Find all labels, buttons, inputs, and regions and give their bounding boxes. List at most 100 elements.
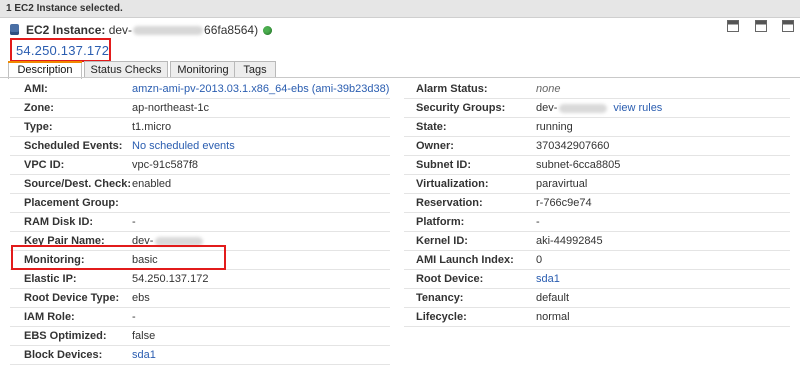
property-label-kernel-id: Kernel ID: [416, 235, 468, 247]
instance-name-suffix: 66fa8564) [204, 23, 259, 37]
property-row-security-groups: Security Groups: dev-view rules [404, 99, 790, 118]
property-value-ebs-optimized: false [132, 330, 156, 342]
property-row-root-device: Root Device: sda1 [404, 270, 790, 289]
property-row-ami-launch-index: AMI Launch Index: 0 [404, 251, 790, 270]
property-value-cell-reservation: r-766c9e74 [536, 194, 790, 213]
property-label-vpc-id: VPC ID: [24, 159, 65, 171]
window-maximize-icon[interactable] [782, 20, 794, 32]
window-minimize-icon[interactable] [727, 20, 739, 32]
property-value-block-devices[interactable]: sda1 [132, 349, 156, 361]
running-status-icon [263, 26, 273, 36]
property-value-vpc-id: vpc-91c587f8 [132, 159, 199, 171]
property-label-block-devices: Block Devices: [24, 349, 103, 361]
property-row-scheduled-events: Scheduled Events: No scheduled events [10, 137, 390, 156]
property-label-platform: Platform: [416, 216, 465, 228]
property-row-owner: Owner: 370342907660 [404, 137, 790, 156]
property-label-zone: Zone: [24, 102, 54, 114]
property-label-elastic-ip: Elastic IP: [24, 273, 77, 285]
property-row-tenancy: Tenancy: default [404, 289, 790, 308]
property-value-virtualization: paravirtual [536, 178, 588, 190]
property-value-iam-role: - [132, 311, 136, 323]
property-value-cell-placement-group [132, 194, 390, 213]
property-value-cell-alarm-status: none [536, 80, 790, 99]
property-value-cell-vpc-id: vpc-91c587f8 [132, 156, 390, 175]
property-value-elastic-ip: 54.250.137.172 [132, 273, 209, 285]
property-value-ami[interactable]: amzn-ami-pv-2013.03.1.x86_64-ebs (ami-39… [132, 83, 389, 95]
property-value-cell-state: running [536, 118, 790, 137]
property-value-owner: 370342907660 [536, 140, 610, 152]
property-row-root-device-type: Root Device Type: ebs [10, 289, 390, 308]
public-ip-highlight: 54.250.137.172 [10, 38, 111, 62]
property-label-lifecycle: Lifecycle: [416, 311, 467, 323]
property-value-lifecycle: normal [536, 311, 570, 323]
property-value-cell-ami: amzn-ami-pv-2013.03.1.x86_64-ebs (ami-39… [132, 80, 390, 99]
property-value-tenancy: default [536, 292, 570, 304]
property-row-ram-disk-id: RAM Disk ID: - [10, 213, 390, 232]
property-value-cell-type: t1.micro [132, 118, 390, 137]
property-value-scheduled-events[interactable]: No scheduled events [132, 140, 235, 152]
property-value-cell-kernel-id: aki-44992845 [536, 232, 790, 251]
property-row-subnet-id: Subnet ID: subnet-6cca8805 [404, 156, 790, 175]
property-label-subnet-id: Subnet ID: [416, 159, 471, 171]
property-value-cell-source-dest-check: enabled [132, 175, 390, 194]
property-value-kernel-id: aki-44992845 [536, 235, 603, 247]
property-value-reservation: r-766c9e74 [536, 197, 592, 209]
property-label-scheduled-events: Scheduled Events: [24, 140, 123, 152]
property-label-tenancy: Tenancy: [416, 292, 464, 304]
property-row-source-dest-check: Source/Dest. Check: enabled [10, 175, 390, 194]
property-label-ami: AMI: [24, 83, 48, 95]
property-row-placement-group: Placement Group: [10, 194, 390, 213]
property-value-cell-virtualization: paravirtual [536, 175, 790, 194]
property-row-ebs-optimized: EBS Optimized: false [10, 327, 390, 346]
property-value-cell-owner: 370342907660 [536, 137, 790, 156]
property-row-vpc-id: VPC ID: vpc-91c587f8 [10, 156, 390, 175]
property-value-cell-root-device-type: ebs [132, 289, 390, 308]
property-value-ami-launch-index: 0 [536, 254, 543, 266]
property-value-cell-tenancy: default [536, 289, 790, 308]
redacted-value [559, 103, 608, 113]
property-label-state: State: [416, 121, 447, 133]
property-row-zone: Zone: ap-northeast-1c [10, 99, 390, 118]
property-label-security-groups: Security Groups: [416, 102, 506, 114]
public-ip[interactable]: 54.250.137.172 [16, 43, 109, 58]
property-value-source-dest-check: enabled [132, 178, 172, 190]
property-value-cell-scheduled-events: No scheduled events [132, 137, 390, 156]
right-properties-table: Alarm Status: none Security Groups: dev-vie… [404, 80, 790, 327]
tab-status-checks[interactable]: Status Checks [84, 61, 168, 78]
instance-title-label: EC2 Instance: [26, 23, 106, 37]
tab-divider [0, 77, 800, 78]
property-value-root-device[interactable]: sda1 [536, 273, 560, 285]
ec2-instance-icon [10, 24, 19, 35]
tab-tags[interactable]: Tags [234, 61, 276, 78]
window-restore-icon[interactable] [755, 20, 767, 32]
property-value-cell-block-devices: sda1 [132, 346, 390, 365]
property-value-cell-root-device: sda1 [536, 270, 790, 289]
property-value-platform: - [536, 216, 540, 228]
property-label-alarm-status: Alarm Status: [416, 83, 488, 95]
property-value-cell-zone: ap-northeast-1c [132, 99, 390, 118]
property-value-cell-lifecycle: normal [536, 308, 790, 327]
property-row-platform: Platform: - [404, 213, 790, 232]
property-row-ami: AMI: amzn-ami-pv-2013.03.1.x86_64-ebs (am… [10, 80, 390, 99]
property-value-ram-disk-id: - [132, 216, 136, 228]
property-row-type: Type: t1.micro [10, 118, 390, 137]
property-row-elastic-ip: Elastic IP: 54.250.137.172 [10, 270, 390, 289]
property-value-cell-elastic-ip: 54.250.137.172 [132, 270, 390, 289]
property-value-cell-iam-role: - [132, 308, 390, 327]
property-label-type: Type: [24, 121, 53, 133]
property-value-type: t1.micro [132, 121, 172, 133]
property-value-cell-ebs-optimized: false [132, 327, 390, 346]
property-label-placement-group: Placement Group: [24, 197, 119, 209]
property-row-kernel-id: Kernel ID: aki-44992845 [404, 232, 790, 251]
property-row-block-devices: Block Devices: sda1 [10, 346, 390, 365]
property-label-ami-launch-index: AMI Launch Index: [416, 254, 514, 266]
property-label-ram-disk-id: RAM Disk ID: [24, 216, 94, 228]
instance-name-prefix: dev- [108, 23, 133, 37]
tab-monitoring[interactable]: Monitoring [170, 61, 236, 78]
property-value-cell-platform: - [536, 213, 790, 232]
view-rules-link[interactable]: view rules [613, 102, 662, 114]
property-label-reservation: Reservation: [416, 197, 483, 209]
property-value-subnet-id: subnet-6cca8805 [536, 159, 621, 171]
property-label-virtualization: Virtualization: [416, 178, 489, 190]
property-row-reservation: Reservation: r-766c9e74 [404, 194, 790, 213]
